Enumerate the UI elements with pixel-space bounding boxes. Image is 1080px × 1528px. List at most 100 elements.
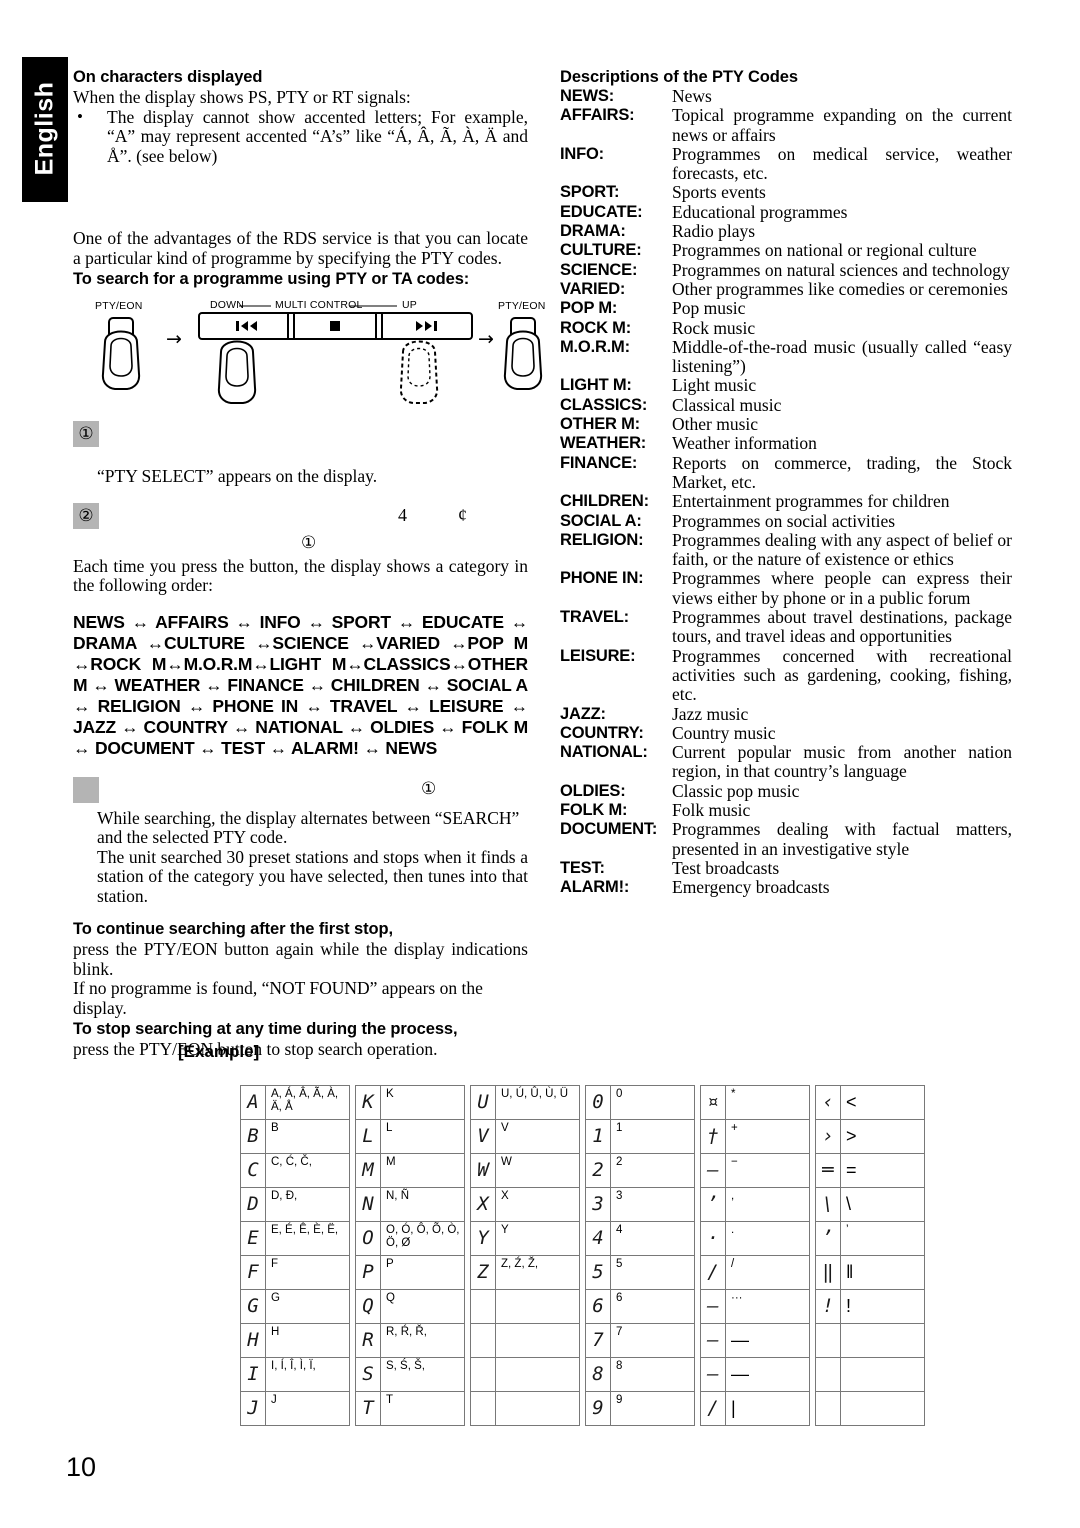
page-number: 10 <box>66 1452 97 1482</box>
character-set-cell: ‖ <box>840 1255 925 1290</box>
character-set-cell: < <box>840 1085 925 1120</box>
table-row: PHONE IN: Programmes where people can exp… <box>560 569 1012 608</box>
pty-code-description: Programmes where people can express thei… <box>672 568 1012 608</box>
table-row: FINANCE: Reports on commerce, trading, th… <box>560 453 1012 493</box>
character-set-cell <box>840 1323 925 1358</box>
arrow-icon-2: → <box>478 328 494 350</box>
display-glyph-cell: ʼ <box>700 1187 726 1222</box>
step-2-number: ② <box>78 505 94 526</box>
pty-code-term: COUNTRY: <box>560 723 644 742</box>
character-set-cell: ··· <box>725 1289 810 1324</box>
display-glyph-cell: ‹ <box>815 1085 841 1120</box>
pty-code-term: RELIGION: <box>560 530 644 549</box>
pty-code-description: Classic pop music <box>672 780 800 801</box>
heading-on-characters-displayed: On characters displayed <box>73 68 263 86</box>
pty-code-term: PHONE IN: <box>560 569 644 588</box>
heading-search-programme: To search for a programme using PTY or T… <box>73 270 470 288</box>
pty-code-description: Topical programme expanding on the curre… <box>672 105 1012 145</box>
step-1-row: ① <box>73 421 528 451</box>
display-glyph-cell: › <box>815 1119 841 1154</box>
continue-body-2: If no programme is found, “NOT FOUND” ap… <box>73 978 483 1018</box>
table-row: C C, Ć, Č, M M W W 2 2– − ═ = <box>240 1153 925 1188</box>
table-row: NEWS: News <box>560 86 1012 106</box>
pty-code-term: ALARM!: <box>560 878 630 897</box>
character-set-cell: C, Ć, Č, <box>265 1153 350 1188</box>
character-set-cell: M <box>380 1153 465 1188</box>
table-row: CULTURE: Programmes on national or region… <box>560 241 1012 261</box>
pty-code-description: Radio plays <box>672 221 756 242</box>
display-glyph-cell: G <box>240 1289 266 1324</box>
circled-number-1: ① <box>301 532 317 553</box>
continue-body-1: press the PTY/EON button again while the… <box>73 939 528 979</box>
finger-icon-left <box>101 317 141 390</box>
table-row: LEISURE: Programmes concerned with recrea… <box>560 645 1012 705</box>
character-set-cell: \ <box>840 1187 925 1222</box>
pty-code-description: Country music <box>672 722 776 743</box>
display-glyph-cell: A <box>240 1085 266 1120</box>
table-row: JAZZ: Jazz music <box>560 704 1012 724</box>
character-set-cell: ’ <box>840 1221 925 1256</box>
pty-code-term: LIGHT M: <box>560 376 632 395</box>
pty-code-term: LEISURE: <box>560 646 636 665</box>
pty-code-term: INFO: <box>560 144 604 163</box>
table-row: EDUCATE: Educational programmes <box>560 202 1012 222</box>
display-glyph-cell: – <box>700 1323 726 1358</box>
table-row: J J T T 9 9/| <box>240 1391 925 1426</box>
display-glyph-cell: ! <box>815 1289 841 1324</box>
table-row: D D, Đ, N N, Ñ X X 3 3 ʼ, \ \ <box>240 1187 925 1222</box>
arrow-icon-1: → <box>166 328 182 350</box>
character-set-cell: J <box>265 1391 350 1426</box>
heading-continue-searching: To continue searching after the first st… <box>73 920 393 938</box>
pty-code-term: M.O.R.M: <box>560 337 630 356</box>
pty-code-description: Current popular music from another natio… <box>672 742 1012 782</box>
display-glyph-cell: \ <box>815 1187 841 1222</box>
characters-bullet-list: • The display cannot show accented lette… <box>73 106 528 167</box>
character-set-cell: L <box>380 1119 465 1154</box>
step-1-marker: ① <box>73 421 99 447</box>
pty-code-description: Test broadcasts <box>672 857 780 878</box>
table-row: B B L L V V 1 1 † + › > <box>240 1119 925 1154</box>
pty-code-term: VARIED: <box>560 279 626 298</box>
display-glyph-cell: M <box>355 1153 381 1188</box>
display-glyph-cell: L <box>355 1119 381 1154</box>
character-set-cell: 5 <box>610 1255 695 1290</box>
pty-code-term: WEATHER: <box>560 434 647 453</box>
display-glyph-cell: S <box>355 1357 381 1392</box>
display-glyph-cell: ¤ <box>700 1085 726 1120</box>
display-glyph-cell: 8 <box>585 1357 611 1392</box>
display-glyph-cell: I <box>240 1357 266 1392</box>
rds-advantage-paragraph: One of the advantages of the RDS service… <box>73 228 528 268</box>
pty-code-term: CLASSICS: <box>560 395 648 414</box>
stop-body: press the PTY/EON button to stop search … <box>73 1039 438 1059</box>
pty-code-term: EDUCATE: <box>560 202 643 221</box>
display-glyph-cell: E <box>240 1221 266 1256</box>
display-glyph-cell: F <box>240 1255 266 1290</box>
display-glyph-cell: / <box>700 1391 726 1426</box>
table-row: TEST: Test broadcasts <box>560 857 1012 878</box>
pty-code-term: DOCUMENT: <box>560 820 658 839</box>
pty-code-term: DRAMA: <box>560 222 626 241</box>
display-glyph-cell: ‖ <box>815 1255 841 1290</box>
table-row: F F P P Z Z, Ź, Ž, 5 5// ‖ ‖ <box>240 1255 925 1290</box>
character-set-cell: 2 <box>610 1153 695 1188</box>
display-glyph-cell: / <box>700 1255 726 1290</box>
character-set-cell <box>840 1391 925 1426</box>
pty-code-description: Rock music <box>672 317 756 338</box>
character-set-cell: 3 <box>610 1187 695 1222</box>
bullet-dot-icon: • <box>77 106 83 126</box>
table-row: SOCIAL A: Programmes on social activities <box>560 511 1012 531</box>
table-row: RELIGION: Programmes dealing with any asp… <box>560 530 1012 570</box>
table-row: SPORT: Sports events <box>560 183 1012 203</box>
character-set-cell: V <box>495 1119 580 1154</box>
gray-marker-row: ① <box>73 776 528 809</box>
finger-icon-right <box>503 317 543 390</box>
pty-code-description: Middle-of-the-road music (usually called… <box>672 336 1012 377</box>
pty-code-description: Programmes concerned with recreational a… <box>672 645 1012 705</box>
table-row: CHILDREN: Entertainment programmes for ch… <box>560 491 1012 511</box>
display-glyph-cell <box>470 1289 496 1324</box>
example-label: [Example] <box>178 1042 260 1061</box>
character-set-cell: / <box>725 1255 810 1290</box>
